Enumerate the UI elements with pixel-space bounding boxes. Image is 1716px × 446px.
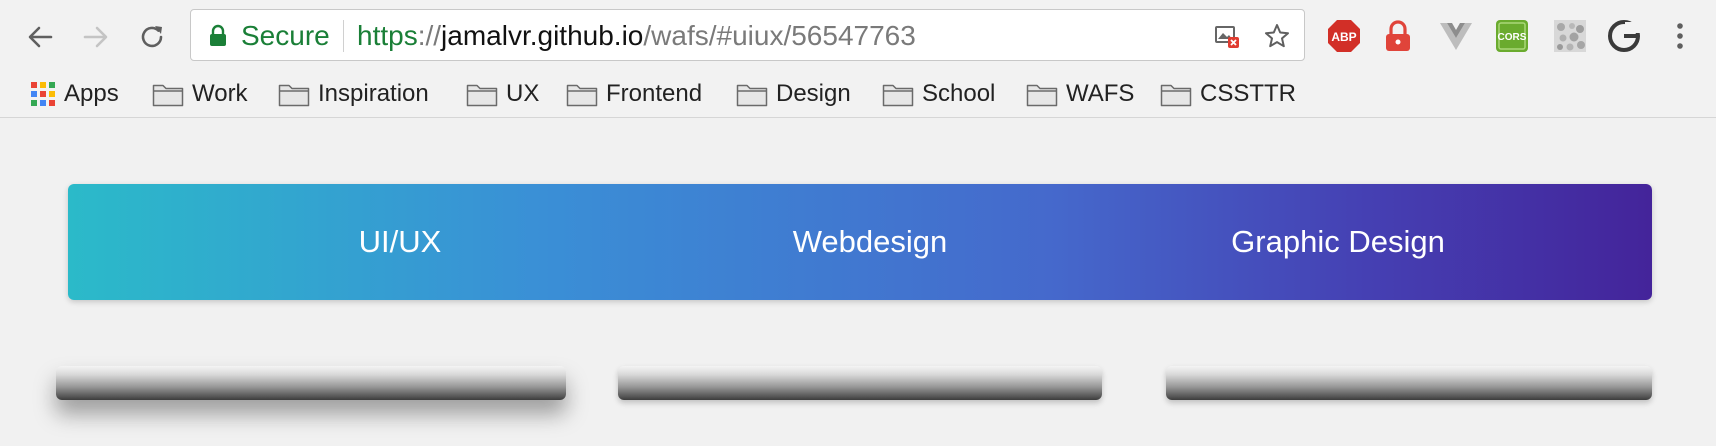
bookmark-label: CSSTTR bbox=[1200, 80, 1296, 107]
reload-icon bbox=[141, 26, 163, 48]
bookmark-folder-work[interactable]: Work bbox=[152, 78, 248, 110]
url-host: jamalvr.github.io bbox=[441, 20, 644, 51]
nav-link-graphic-design[interactable]: Graphic Design bbox=[1178, 222, 1498, 262]
bookmark-star-button[interactable] bbox=[1263, 22, 1291, 50]
omnibox-divider bbox=[343, 20, 344, 52]
folder-icon bbox=[152, 84, 184, 107]
pattern-extension[interactable] bbox=[1552, 18, 1588, 54]
url-path: /wafs/#uiux/56547763 bbox=[643, 20, 916, 51]
browser-toolbar: Secure https://jamalvr.github.io/wafs/#u… bbox=[0, 0, 1716, 72]
forward-button[interactable] bbox=[76, 17, 116, 57]
arrow-left-icon bbox=[28, 26, 53, 48]
bookmark-apps[interactable]: Apps bbox=[30, 78, 119, 110]
bookmark-folder-school[interactable]: School bbox=[882, 78, 995, 110]
texture-icon bbox=[1554, 20, 1586, 52]
bookmark-label: Work bbox=[192, 80, 248, 107]
arrow-right-icon bbox=[83, 26, 108, 48]
nav-link-uiux[interactable]: UI/UX bbox=[290, 222, 510, 262]
abp-label: ABP bbox=[1331, 30, 1356, 44]
url-scheme: https bbox=[357, 20, 418, 51]
star-icon bbox=[1265, 24, 1289, 48]
adblock-plus-extension[interactable]: ABP bbox=[1326, 18, 1362, 54]
url-text[interactable]: https://jamalvr.github.io/wafs/#uiux/565… bbox=[357, 20, 916, 52]
adblock-plus-icon: ABP bbox=[1328, 20, 1360, 52]
bookmark-folder-wafs[interactable]: WAFS bbox=[1026, 78, 1134, 110]
bookmark-label: Frontend bbox=[606, 80, 703, 107]
secure-label: Secure bbox=[241, 20, 330, 51]
page-content: UI/UX Webdesign Graphic Design bbox=[0, 118, 1716, 446]
folder-icon bbox=[278, 84, 310, 107]
apps-grid-icon bbox=[31, 82, 55, 106]
category-nav: UI/UX Webdesign Graphic Design bbox=[68, 184, 1652, 300]
bookmark-folder-design[interactable]: Design bbox=[736, 78, 851, 110]
folder-icon bbox=[736, 84, 768, 107]
bookmark-folder-ux[interactable]: UX bbox=[466, 78, 539, 110]
url-separator: :// bbox=[417, 20, 442, 51]
browser-menu-button[interactable] bbox=[1662, 18, 1698, 54]
folder-icon bbox=[566, 84, 598, 107]
address-bar[interactable]: Secure https://jamalvr.github.io/wafs/#u… bbox=[190, 9, 1305, 61]
cors-extension[interactable]: CORS bbox=[1494, 18, 1530, 54]
bookmark-folder-csstr[interactable]: CSSTTR bbox=[1160, 78, 1296, 110]
project-card[interactable] bbox=[56, 366, 566, 400]
bookmark-label: UX bbox=[506, 80, 540, 107]
blocked-image-button[interactable] bbox=[1213, 22, 1241, 50]
bookmark-label: Inspiration bbox=[318, 80, 429, 107]
bookmark-folder-frontend[interactable]: Frontend bbox=[566, 78, 702, 110]
bookmark-folder-inspiration[interactable]: Inspiration bbox=[278, 78, 429, 110]
bookmark-label: School bbox=[922, 80, 996, 107]
folder-icon bbox=[466, 84, 498, 107]
folder-icon bbox=[1160, 84, 1192, 107]
back-button[interactable] bbox=[20, 17, 60, 57]
bookmark-label: Design bbox=[776, 80, 851, 107]
folder-icon bbox=[1026, 84, 1058, 107]
padlock-icon bbox=[1386, 20, 1410, 51]
cors-label: CORS bbox=[1498, 32, 1527, 43]
circular-arrow-icon bbox=[1608, 20, 1641, 52]
profile-extension[interactable] bbox=[1606, 18, 1642, 54]
browser-window: Secure https://jamalvr.github.io/wafs/#u… bbox=[0, 0, 1716, 446]
folder-icon bbox=[882, 84, 914, 107]
lock-extension[interactable] bbox=[1380, 18, 1416, 54]
nav-link-webdesign[interactable]: Webdesign bbox=[720, 222, 1020, 262]
bookmark-label: WAFS bbox=[1066, 80, 1135, 107]
lock-icon bbox=[210, 24, 226, 46]
vue-logo-icon bbox=[1440, 23, 1472, 50]
blocked-image-icon bbox=[1215, 26, 1239, 48]
cors-icon: CORS bbox=[1496, 20, 1528, 52]
project-card[interactable] bbox=[618, 366, 1102, 400]
bookmarks-bar: Apps Work Inspiration UX Frontend Design… bbox=[0, 72, 1716, 118]
project-card[interactable] bbox=[1166, 366, 1652, 400]
vue-devtools-extension[interactable] bbox=[1438, 18, 1474, 54]
bookmark-label: Apps bbox=[64, 80, 119, 107]
more-vertical-icon bbox=[1677, 23, 1683, 49]
reload-button[interactable] bbox=[132, 17, 172, 57]
